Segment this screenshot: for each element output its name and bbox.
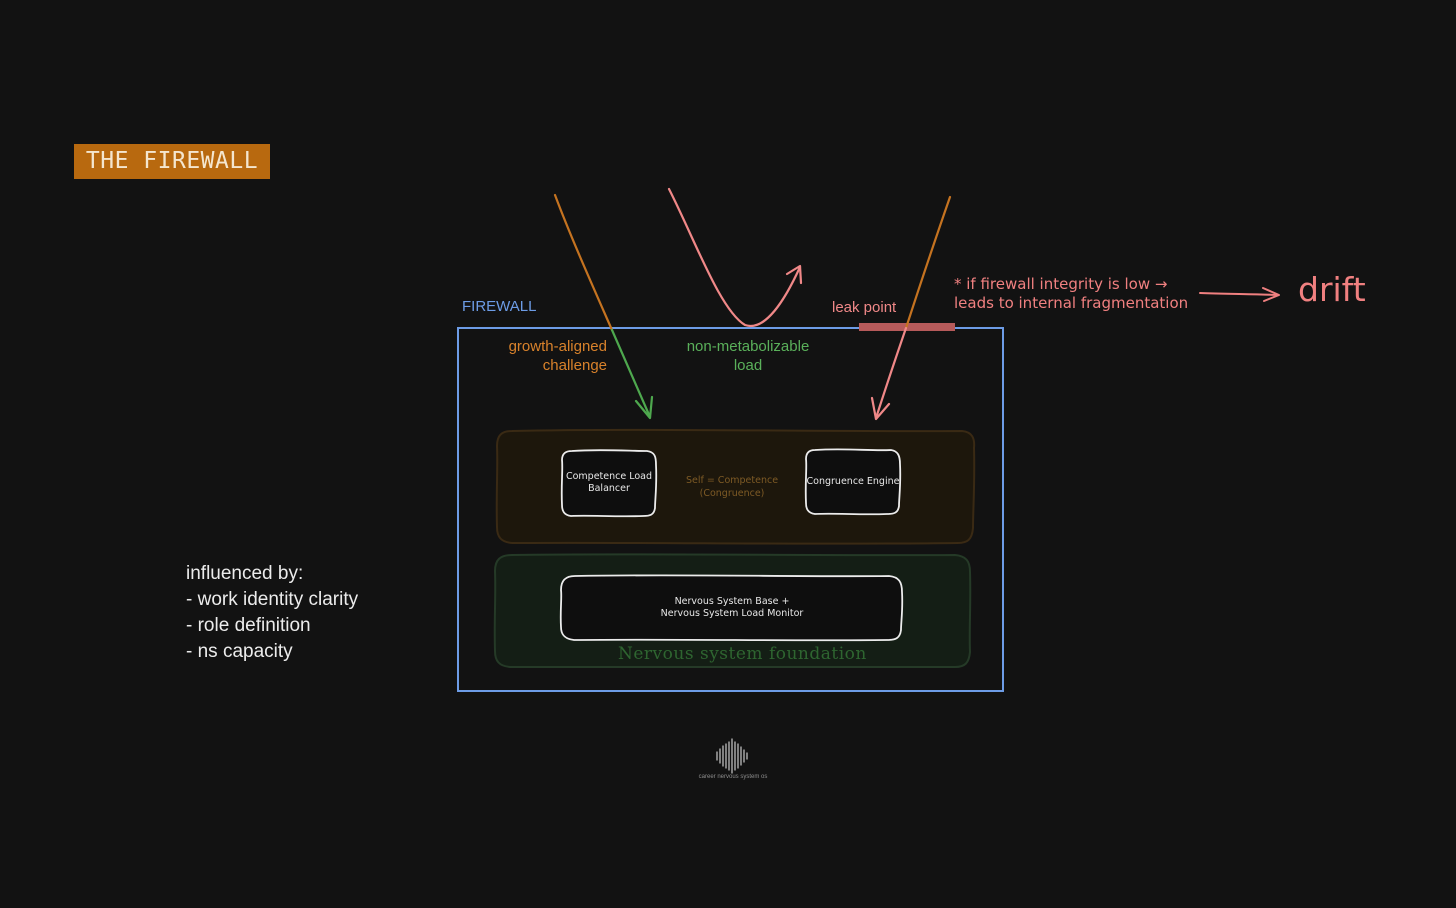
deflected-load-arrow [667, 187, 802, 328]
congruence-engine-text: Congruence Engine [806, 476, 900, 487]
nervous-system-foundation-label: Nervous system foundation [618, 644, 867, 664]
integrity-note-line-1: * if firewall integrity is low → [954, 275, 1168, 293]
influenced-heading: influenced by: [186, 563, 304, 584]
influence-item: - work identity clarity [186, 589, 359, 610]
firewall-label: FIREWALL [462, 298, 537, 315]
footer-caption: career nervous system os [698, 774, 768, 780]
integrity-note-line-2: leads to internal fragmentation [954, 294, 1189, 312]
drift-label: drift [1298, 270, 1366, 309]
leak-point-label: leak point [832, 299, 897, 316]
leak-arrow-outer [904, 195, 952, 330]
influence-item: - ns capacity [186, 641, 293, 662]
growth-aligned-challenge-label: growth-aligned challenge [508, 338, 607, 374]
competence-load-balancer-text: Competence Load Balancer [565, 471, 653, 494]
nervous-system-base-text: Nervous System Base + Nervous System Loa… [562, 576, 902, 640]
growth-arrow-head [634, 395, 654, 420]
waveform-logo [716, 738, 748, 774]
ns-box-line-2: Nervous System Load Monitor [660, 608, 804, 619]
ns-box-line-1: Nervous System Base + [674, 596, 790, 607]
non-metabolizable-load-label: non-metabolizable load [686, 338, 810, 374]
page-title: THE FIREWALL [74, 144, 270, 179]
leak-arrow-inner [874, 326, 908, 420]
self-equation-text: Self = Competence (Congruence) [685, 475, 779, 499]
drift-arrow [1199, 292, 1279, 296]
diagram-canvas [457, 187, 1280, 774]
influence-item: - role definition [186, 615, 311, 636]
influenced-by-list: influenced by: - work identity clarity -… [186, 561, 358, 665]
growth-arrow-inner [610, 328, 652, 419]
growth-arrow-outer [553, 193, 614, 332]
